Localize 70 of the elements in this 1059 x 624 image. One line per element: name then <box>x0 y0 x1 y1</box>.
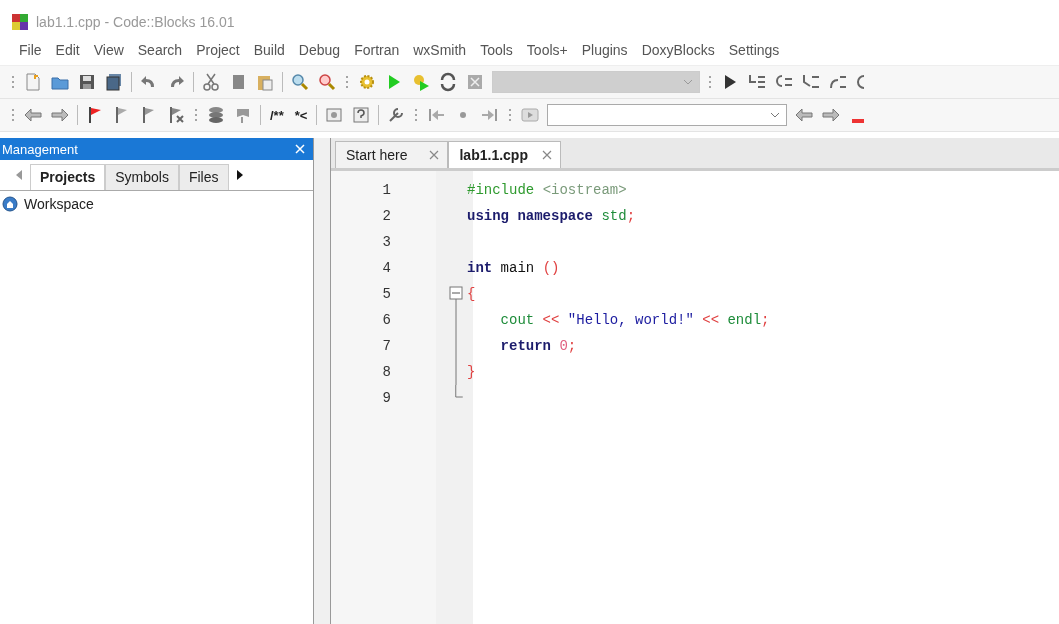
toolbar-grip-icon[interactable] <box>10 73 16 91</box>
menu-item[interactable]: Plugins <box>574 42 635 58</box>
new-file-icon[interactable] <box>23 72 43 92</box>
help-icon[interactable] <box>351 105 372 125</box>
save-all-icon[interactable] <box>104 72 124 92</box>
toolbar-grip-icon[interactable] <box>193 106 199 124</box>
menu-item[interactable]: Settings <box>721 42 787 58</box>
panel-tab[interactable]: Symbols <box>105 164 179 190</box>
toolbar-grip-icon[interactable] <box>10 106 16 124</box>
menu-item[interactable]: Project <box>189 42 247 58</box>
comment-button[interactable]: *< <box>292 107 310 123</box>
menu-item[interactable]: Edit <box>48 42 87 58</box>
toolbar-grip-icon[interactable] <box>707 73 713 91</box>
toolbar-grip-icon[interactable] <box>507 106 514 124</box>
line-number: 3 <box>381 234 391 250</box>
app-logo-icon <box>12 14 28 30</box>
replace-icon[interactable] <box>317 72 337 92</box>
menu-item[interactable]: View <box>86 42 131 58</box>
code-line: { <box>467 286 476 302</box>
menu-item[interactable]: Tools <box>473 42 520 58</box>
menu-item[interactable]: Tools+ <box>519 42 575 58</box>
panel-tab[interactable]: Projects <box>30 164 106 190</box>
comment-button[interactable]: /** <box>268 107 286 123</box>
menu-item[interactable]: Build <box>246 42 292 58</box>
menu-item[interactable]: File <box>12 42 49 58</box>
code-line: cout << "Hello, world!" << endl; <box>500 312 770 328</box>
search-dropdown[interactable] <box>547 104 788 126</box>
save-icon[interactable] <box>77 72 97 92</box>
close-icon[interactable] <box>541 150 552 160</box>
scroll-left-icon[interactable] <box>16 170 22 180</box>
panel-tab[interactable]: Files <box>178 164 229 190</box>
editor-tab[interactable]: Start here <box>335 141 449 168</box>
toolbar-grip-icon[interactable] <box>413 106 420 124</box>
stack-icon[interactable] <box>206 105 226 125</box>
menu-item[interactable]: Debug <box>291 42 348 58</box>
window-icon[interactable] <box>324 105 345 125</box>
code-line: return 0; <box>500 338 577 354</box>
scroll-right-icon[interactable] <box>236 170 243 180</box>
clear-icon[interactable] <box>520 105 541 125</box>
menu-item[interactable]: DoxyBlocks <box>634 42 722 58</box>
line-number: 5 <box>381 286 391 302</box>
caret-icon <box>683 79 693 85</box>
close-icon[interactable] <box>429 150 440 160</box>
panel-splitter[interactable] <box>314 138 331 624</box>
scissors-icon[interactable] <box>201 72 221 92</box>
gear-icon[interactable] <box>357 72 377 92</box>
line-number: 7 <box>381 338 391 354</box>
line-number: 9 <box>381 390 391 406</box>
menu-item[interactable]: Fortran <box>347 42 407 58</box>
code-line: } <box>467 364 476 380</box>
tree-item[interactable]: Workspace <box>24 196 94 212</box>
line-number: 1 <box>381 182 391 198</box>
gear-play-icon[interactable] <box>411 72 431 92</box>
line-number: 6 <box>381 312 391 328</box>
line-number: 2 <box>381 208 391 224</box>
menu-item[interactable]: Search <box>130 42 190 58</box>
code-line: int main () <box>467 260 560 276</box>
caret-icon <box>770 112 781 118</box>
search-icon[interactable] <box>290 72 310 92</box>
code-line: #include <iostream> <box>467 182 627 198</box>
editor-tab[interactable]: lab1.1.cpp <box>448 141 561 168</box>
panel-title: Management <box>2 141 78 157</box>
toolbar-grip-icon[interactable] <box>344 73 350 91</box>
stop-icon[interactable] <box>465 72 485 92</box>
window-title: lab1.1.cpp - Code::Blocks 16.01 <box>36 14 235 30</box>
line-number: 4 <box>381 260 391 276</box>
menu-item[interactable]: wxSmith <box>406 42 474 58</box>
line-number: 8 <box>381 364 391 380</box>
refresh-icon[interactable] <box>438 72 458 92</box>
code-line: using namespace std; <box>467 208 636 224</box>
